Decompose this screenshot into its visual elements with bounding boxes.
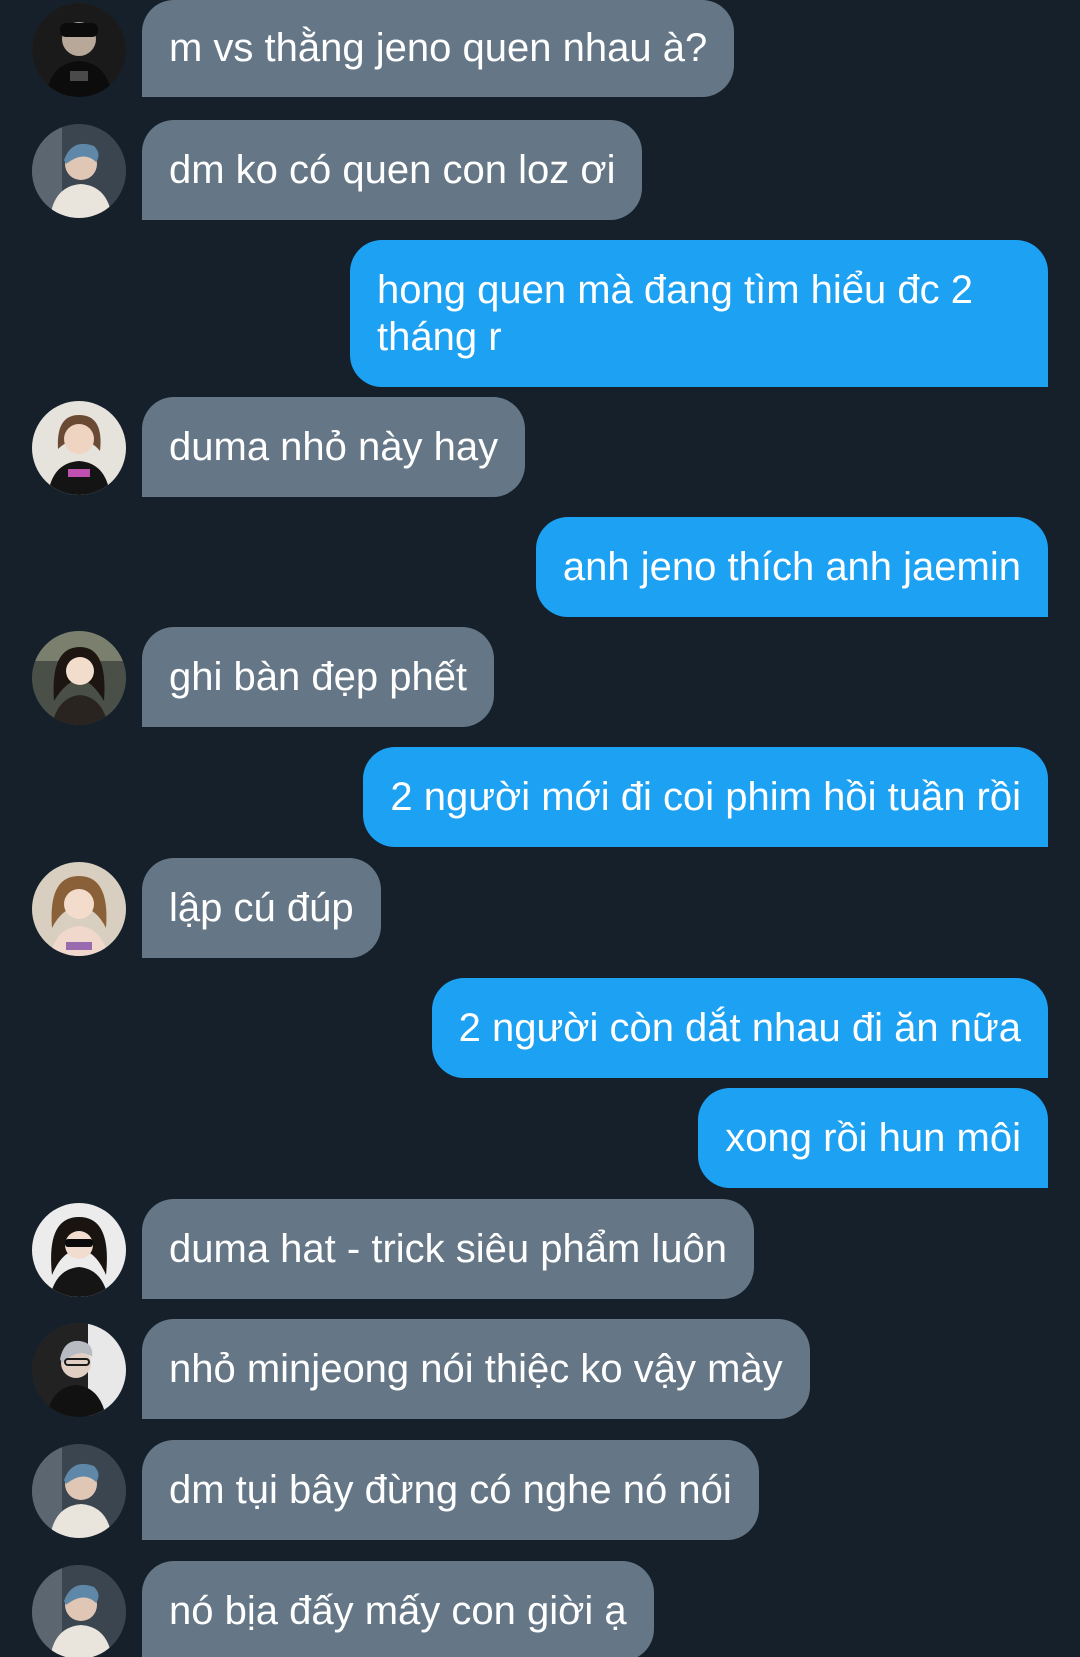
incoming-message-bubble[interactable]: ghi bàn đẹp phết	[142, 627, 495, 727]
avatar[interactable]	[32, 1565, 126, 1657]
avatar[interactable]	[32, 862, 126, 956]
avatar[interactable]	[32, 124, 126, 218]
incoming-message-bubble[interactable]: nó bịa đấy mấy con giời ạ	[142, 1561, 654, 1657]
message-row: lập cú đúp	[0, 858, 1080, 958]
message-row: duma hat - trick siêu phẩm luôn	[0, 1199, 1080, 1299]
message-row: nhỏ minjeong nói thiệc ko vậy mày	[0, 1319, 1080, 1419]
avatar-3-image	[32, 401, 126, 495]
chat-thread[interactable]: m vs thằng jeno quen nhau à? dm ko có qu…	[0, 0, 1080, 1657]
message-row: dm ko có quen con loz ơi	[0, 120, 1080, 220]
incoming-message-bubble[interactable]: m vs thằng jeno quen nhau à?	[142, 0, 735, 97]
avatar-1-image	[32, 3, 126, 97]
avatar-2-image	[32, 1565, 126, 1657]
outgoing-message-bubble[interactable]: 2 người mới đi coi phim hồi tuần rồi	[363, 747, 1048, 847]
message-row: hong quen mà đang tìm hiểu đc 2 tháng r	[0, 240, 1080, 387]
incoming-message-bubble[interactable]: dm ko có quen con loz ơi	[142, 120, 643, 220]
outgoing-message-bubble[interactable]: hong quen mà đang tìm hiểu đc 2 tháng r	[350, 240, 1048, 387]
message-row: anh jeno thích anh jaemin	[0, 517, 1080, 617]
message-row: 2 người mới đi coi phim hồi tuần rồi	[0, 747, 1080, 847]
avatar-2-image	[32, 1444, 126, 1538]
avatar[interactable]	[32, 401, 126, 495]
message-row: nó bịa đấy mấy con giời ạ	[0, 1561, 1080, 1657]
message-row: duma nhỏ này hay	[0, 397, 1080, 497]
avatar-7-image	[32, 1323, 126, 1417]
incoming-message-bubble[interactable]: duma hat - trick siêu phẩm luôn	[142, 1199, 755, 1299]
outgoing-message-bubble[interactable]: xong rồi hun môi	[698, 1088, 1048, 1188]
avatar-2-image	[32, 124, 126, 218]
message-row: xong rồi hun môi	[0, 1088, 1080, 1188]
avatar-6-image	[32, 1203, 126, 1297]
avatar-4-image	[32, 631, 126, 725]
avatar[interactable]	[32, 3, 126, 97]
incoming-message-bubble[interactable]: dm tụi bây đừng có nghe nó nói	[142, 1440, 759, 1540]
avatar-5-image	[32, 862, 126, 956]
incoming-message-bubble[interactable]: lập cú đúp	[142, 858, 381, 958]
avatar[interactable]	[32, 1203, 126, 1297]
incoming-message-bubble[interactable]: nhỏ minjeong nói thiệc ko vậy mày	[142, 1319, 810, 1419]
incoming-message-bubble[interactable]: duma nhỏ này hay	[142, 397, 526, 497]
message-row: ghi bàn đẹp phết	[0, 627, 1080, 727]
outgoing-message-bubble[interactable]: 2 người còn dắt nhau đi ăn nữa	[431, 978, 1048, 1078]
message-row: dm tụi bây đừng có nghe nó nói	[0, 1440, 1080, 1540]
avatar[interactable]	[32, 1323, 126, 1417]
avatar[interactable]	[32, 631, 126, 725]
avatar[interactable]	[32, 1444, 126, 1538]
message-row: 2 người còn dắt nhau đi ăn nữa	[0, 978, 1080, 1078]
outgoing-message-bubble[interactable]: anh jeno thích anh jaemin	[535, 517, 1048, 617]
message-row: m vs thằng jeno quen nhau à?	[0, 0, 1080, 100]
